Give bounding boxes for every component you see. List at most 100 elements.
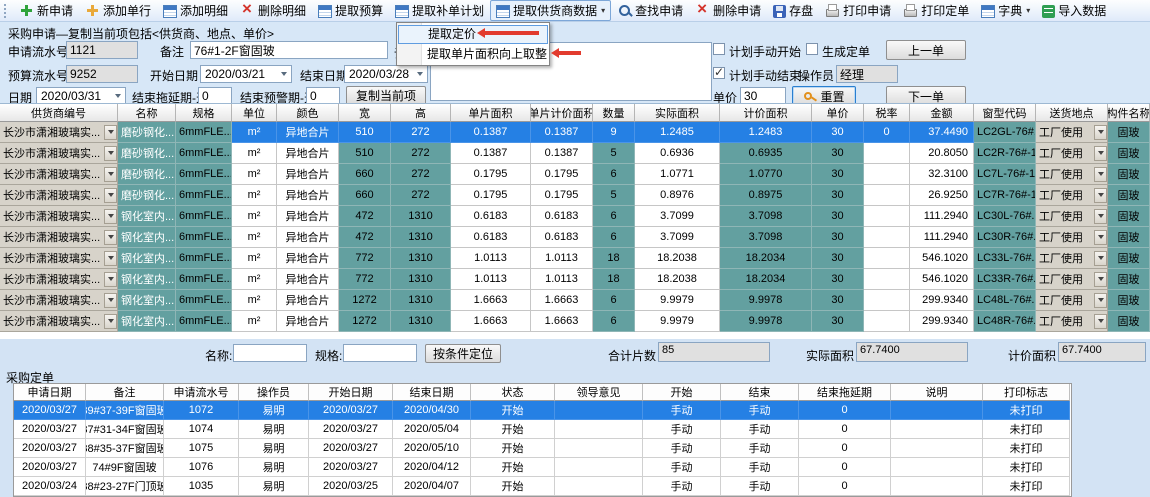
grid-cell[interactable]: 工厂使用: [1036, 248, 1108, 269]
grid-header-cell[interactable]: 名称: [118, 104, 176, 122]
chevron-down-icon[interactable]: [104, 251, 117, 266]
manual-start-checkbox[interactable]: [713, 43, 725, 55]
grid-cell[interactable]: 工厂使用: [1036, 311, 1108, 332]
toolbar-button-add-row[interactable]: 添加单行: [79, 0, 157, 21]
chevron-down-icon[interactable]: [1094, 272, 1107, 287]
orders-header-cell[interactable]: 领导意见: [555, 384, 643, 401]
chevron-down-icon[interactable]: [104, 125, 117, 140]
chevron-down-icon[interactable]: [1094, 146, 1107, 161]
grid-row[interactable]: 长沙市潇湘玻璃实...磨砂钢化...6mmFLE...m²异地合片6602720…: [0, 164, 1150, 185]
grid-header-cell[interactable]: 数量: [593, 104, 635, 122]
toolbar-button-find-request[interactable]: 查找申请: [611, 0, 689, 21]
grid-row[interactable]: 长沙市潇湘玻璃实...磨砂钢化...6mmFLE...m²异地合片5102720…: [0, 122, 1150, 143]
orders-header-cell[interactable]: 申请流水号: [164, 384, 239, 401]
orders-header-cell[interactable]: 结束拖延期: [799, 384, 891, 401]
chevron-down-icon[interactable]: [1094, 188, 1107, 203]
grid-header-cell[interactable]: 单价: [812, 104, 864, 122]
budget-input[interactable]: [66, 65, 138, 83]
grid-row[interactable]: 长沙市潇湘玻璃实...钢化室内...6mmFLE...m²异地合片1272131…: [0, 311, 1150, 332]
toolbar-button-print-request[interactable]: 打印申请: [819, 0, 897, 21]
prev-order-button[interactable]: 上一单: [886, 40, 966, 60]
orders-header-cell[interactable]: 结束日期: [393, 384, 471, 401]
toolbar-button-dictionary[interactable]: 字典▾: [975, 0, 1036, 21]
chevron-down-icon[interactable]: [1094, 251, 1107, 266]
toolbar-button-new-request[interactable]: 新申请: [13, 0, 79, 21]
orders-header-cell[interactable]: 开始: [643, 384, 721, 401]
locate-by-condition-button[interactable]: 按条件定位: [425, 344, 501, 363]
grid-cell[interactable]: 长沙市潇湘玻璃实...: [0, 269, 118, 290]
remark-input[interactable]: [190, 41, 388, 59]
chevron-down-icon[interactable]: [281, 72, 287, 76]
grid-cell[interactable]: 工厂使用: [1036, 185, 1108, 206]
orders-header-cell[interactable]: 状态: [471, 384, 555, 401]
grid-row[interactable]: 长沙市潇湘玻璃实...钢化室内...6mmFLE...m²异地合片1272131…: [0, 290, 1150, 311]
grid-row[interactable]: 长沙市潇湘玻璃实...钢化室内...6mmFLE...m²异地合片4721310…: [0, 227, 1150, 248]
grid-row[interactable]: 长沙市潇湘玻璃实...钢化室内...6mmFLE...m²异地合片4721310…: [0, 206, 1150, 227]
orders-header-cell[interactable]: 操作员: [239, 384, 309, 401]
orders-row[interactable]: 2020/03/2488#23-27F门顶玻1035易明2020/03/2520…: [14, 477, 1071, 496]
orders-header-cell[interactable]: 申请日期: [14, 384, 86, 401]
grid-header-cell[interactable]: 供货商编号: [0, 104, 118, 122]
grid-cell[interactable]: 长沙市潇湘玻璃实...: [0, 248, 118, 269]
generate-order-checkbox[interactable]: [806, 43, 818, 55]
menu-item-extract-piece-area-roundup[interactable]: 提取单片面积向上取整: [397, 45, 549, 64]
grid-cell[interactable]: 长沙市潇湘玻璃实...: [0, 143, 118, 164]
chevron-down-icon[interactable]: [104, 293, 117, 308]
grid-row[interactable]: 长沙市潇湘玻璃实...钢化室内...6mmFLE...m²异地合片7721310…: [0, 248, 1150, 269]
filter-name-input[interactable]: [233, 344, 307, 362]
grid-header-cell[interactable]: 颜色: [277, 104, 339, 122]
grid-cell[interactable]: 长沙市潇湘玻璃实...: [0, 311, 118, 332]
end-date-combo[interactable]: 2020/03/28: [344, 65, 428, 83]
toolbar-button-save[interactable]: 存盘: [767, 0, 819, 21]
manual-end-checkbox[interactable]: [713, 67, 725, 79]
grid-header-cell[interactable]: 宽: [339, 104, 391, 122]
grid-cell[interactable]: 长沙市潇湘玻璃实...: [0, 122, 118, 143]
grid-cell[interactable]: 长沙市潇湘玻璃实...: [0, 206, 118, 227]
operator-input[interactable]: [836, 65, 898, 83]
grid-header-cell[interactable]: 金额: [910, 104, 974, 122]
grid-cell[interactable]: 长沙市潇湘玻璃实...: [0, 290, 118, 311]
start-date-combo[interactable]: 2020/03/21: [200, 65, 292, 83]
orders-row[interactable]: 2020/03/2788#35-37F窗固玻1075易明2020/03/2720…: [14, 439, 1071, 458]
toolbar-button-delete-detail[interactable]: 删除明细: [234, 0, 312, 21]
grid-cell[interactable]: 长沙市潇湘玻璃实...: [0, 185, 118, 206]
grid-header-cell[interactable]: 实际面积: [635, 104, 720, 122]
chevron-down-icon[interactable]: [1094, 209, 1107, 224]
orders-row[interactable]: 2020/03/2774#9F窗固玻1076易明2020/03/272020/0…: [14, 458, 1071, 477]
grid-header-cell[interactable]: 窗型代码: [974, 104, 1036, 122]
chevron-down-icon[interactable]: [417, 72, 423, 76]
toolbar-button-extract-supplier-data[interactable]: 提取供货商数据▾: [490, 0, 611, 21]
grid-header-cell[interactable]: 税率: [864, 104, 910, 122]
toolbar-button-delete-request[interactable]: 删除申请: [689, 0, 767, 21]
orders-header-cell[interactable]: 开始日期: [309, 384, 393, 401]
grid-header-cell[interactable]: 高: [391, 104, 451, 122]
chevron-down-icon[interactable]: [104, 146, 117, 161]
chevron-down-icon[interactable]: [1094, 314, 1107, 329]
orders-header-cell[interactable]: 说明: [891, 384, 983, 401]
grid-row[interactable]: 长沙市潇湘玻璃实...磨砂钢化...6mmFLE...m²异地合片5102720…: [0, 143, 1150, 164]
grid-cell[interactable]: 工厂使用: [1036, 206, 1108, 227]
grid-header-cell[interactable]: 规格: [176, 104, 232, 122]
grid-header-cell[interactable]: 单片面积: [451, 104, 531, 122]
grid-cell[interactable]: 工厂使用: [1036, 290, 1108, 311]
toolbar-button-print-order[interactable]: 打印定单: [897, 0, 975, 21]
chevron-down-icon[interactable]: [104, 209, 117, 224]
grid-cell[interactable]: 工厂使用: [1036, 269, 1108, 290]
toolbar-button-extract-supplement-plan[interactable]: 提取补单计划: [389, 0, 490, 21]
toolbar-button-import-data[interactable]: 导入数据: [1036, 0, 1112, 21]
grid-cell[interactable]: 长沙市潇湘玻璃实...: [0, 164, 118, 185]
filter-spec-input[interactable]: [343, 344, 417, 362]
chevron-down-icon[interactable]: [104, 314, 117, 329]
chevron-down-icon[interactable]: [104, 230, 117, 245]
grid-cell[interactable]: 工厂使用: [1036, 227, 1108, 248]
toolbar-button-add-detail[interactable]: 添加明细: [157, 0, 234, 21]
orders-header-cell[interactable]: 打印标志: [983, 384, 1070, 401]
serial-input[interactable]: [66, 41, 138, 59]
grid-header-cell[interactable]: 单片计价面积: [531, 104, 593, 122]
chevron-down-icon[interactable]: [104, 272, 117, 287]
chevron-down-icon[interactable]: [1094, 293, 1107, 308]
chevron-down-icon[interactable]: [104, 188, 117, 203]
grid-header-cell[interactable]: 构件名称: [1108, 104, 1150, 122]
grid-cell[interactable]: 工厂使用: [1036, 164, 1108, 185]
chevron-down-icon[interactable]: [115, 94, 121, 98]
